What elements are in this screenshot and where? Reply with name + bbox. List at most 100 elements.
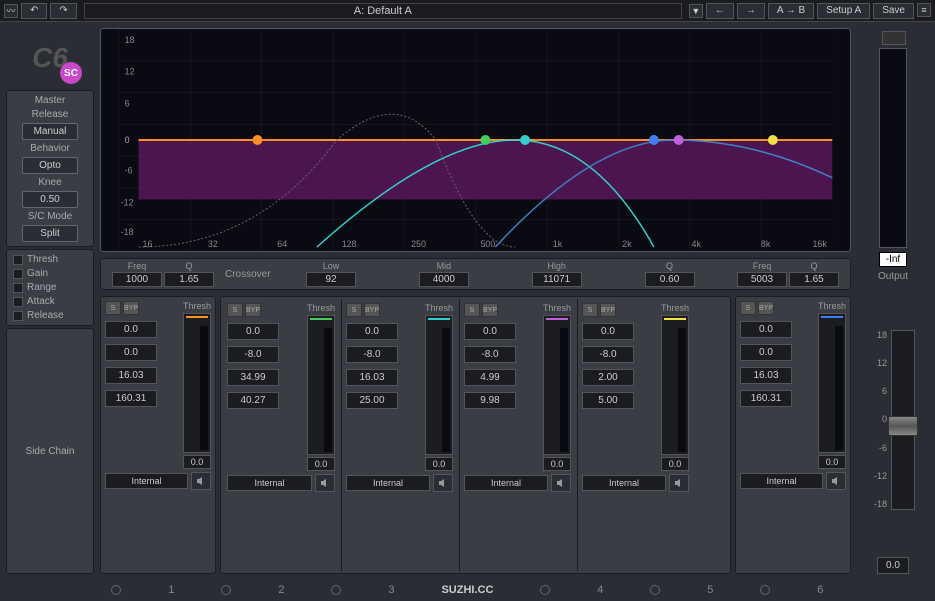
scmode-button[interactable]: Split	[22, 225, 78, 242]
crossover-high[interactable]: 11071	[532, 272, 582, 287]
band-2-attack[interactable]: 34.99	[227, 369, 279, 386]
band-5-sc-source[interactable]: Internal	[582, 475, 666, 491]
bypass-button-4[interactable]: BYP	[482, 303, 498, 317]
band-2-sc-source[interactable]: Internal	[227, 475, 312, 491]
link-release[interactable]	[13, 311, 23, 321]
behavior-button[interactable]: Opto	[22, 157, 78, 174]
band-4-thresh-slider[interactable]	[543, 315, 571, 455]
output-value[interactable]: 0.0	[877, 557, 909, 574]
band-1-sc-source[interactable]: Internal	[105, 473, 188, 489]
band-1-thresh-value[interactable]: 0.0	[183, 455, 211, 469]
output-peak[interactable]: -Inf	[879, 252, 907, 267]
solo-button-4[interactable]: S	[464, 303, 480, 317]
clip-indicator[interactable]	[882, 31, 906, 45]
preset-display[interactable]: A: Default A	[84, 3, 682, 19]
menu-icon[interactable]: ≡	[917, 3, 931, 17]
band-1-gain[interactable]: 0.0	[105, 321, 157, 338]
band-select-5[interactable]	[650, 585, 660, 595]
band-4-thresh-value[interactable]: 0.0	[543, 457, 571, 471]
ab-button[interactable]: A → B	[768, 3, 814, 19]
band-4-release[interactable]: 9.98	[464, 392, 516, 409]
band-1-attack[interactable]: 16.03	[105, 367, 157, 384]
band6-freq[interactable]: 5003	[737, 272, 787, 287]
prev-preset-button[interactable]: ←	[706, 3, 734, 19]
crossover-low[interactable]: 92	[306, 272, 356, 287]
band-select-1[interactable]	[111, 585, 121, 595]
release-button[interactable]: Manual	[22, 123, 78, 140]
band-6-release[interactable]: 160.31	[740, 390, 792, 407]
band-5-attack[interactable]: 2.00	[582, 369, 634, 386]
band-5-gain[interactable]: 0.0	[582, 323, 634, 340]
crossover-q[interactable]: 0.60	[645, 272, 695, 287]
solo-button-3[interactable]: S	[346, 303, 362, 317]
band-3-monitor-icon[interactable]	[433, 474, 453, 492]
band1-q[interactable]: 1.65	[164, 272, 214, 287]
band-select-2[interactable]	[221, 585, 231, 595]
band-6-sc-source[interactable]: Internal	[740, 473, 823, 489]
band-2-range[interactable]: -8.0	[227, 346, 279, 363]
band-3-attack[interactable]: 16.03	[346, 369, 398, 386]
band-4-sc-source[interactable]: Internal	[464, 475, 548, 491]
band-5-thresh-value[interactable]: 0.0	[661, 457, 689, 471]
crossover-mid[interactable]: 4000	[419, 272, 469, 287]
link-gain[interactable]	[13, 269, 23, 279]
setup-button[interactable]: Setup A	[817, 3, 870, 19]
band-2-gain[interactable]: 0.0	[227, 323, 279, 340]
band-4-range[interactable]: -8.0	[464, 346, 516, 363]
band-6-gain[interactable]: 0.0	[740, 321, 792, 338]
solo-button-1[interactable]: S	[105, 301, 121, 315]
band-4-gain[interactable]: 0.0	[464, 323, 516, 340]
band1-freq[interactable]: 1000	[112, 272, 162, 287]
band-2-release[interactable]: 40.27	[227, 392, 279, 409]
band-6-monitor-icon[interactable]	[826, 472, 846, 490]
band-select-6[interactable]	[760, 585, 770, 595]
next-preset-button[interactable]: →	[737, 3, 765, 19]
band-6-thresh-value[interactable]: 0.0	[818, 455, 846, 469]
band-2-thresh-value[interactable]: 0.0	[307, 457, 335, 471]
svg-text:250: 250	[411, 239, 426, 249]
output-fader[interactable]	[891, 330, 915, 510]
band-2-monitor-icon[interactable]	[315, 474, 335, 492]
band-1-release[interactable]: 160.31	[105, 390, 157, 407]
link-range[interactable]	[13, 283, 23, 293]
band-3-range[interactable]: -8.0	[346, 346, 398, 363]
band-select-4[interactable]	[540, 585, 550, 595]
knee-value[interactable]: 0.50	[22, 191, 78, 208]
band-5-monitor-icon[interactable]	[669, 474, 689, 492]
solo-button-6[interactable]: S	[740, 301, 756, 315]
band6-q[interactable]: 1.65	[789, 272, 839, 287]
waves-icon[interactable]: 〰	[4, 4, 18, 18]
band-1-monitor-icon[interactable]	[191, 472, 211, 490]
bypass-button-1[interactable]: BYP	[123, 301, 139, 315]
band-3-gain[interactable]: 0.0	[346, 323, 398, 340]
band-4-attack[interactable]: 4.99	[464, 369, 516, 386]
band-4-monitor-icon[interactable]	[551, 474, 571, 492]
solo-button-5[interactable]: S	[582, 303, 598, 317]
bypass-button-2[interactable]: BYP	[245, 303, 261, 317]
band-5-thresh-slider[interactable]	[661, 315, 689, 455]
save-button[interactable]: Save	[873, 3, 914, 19]
solo-button-2[interactable]: S	[227, 303, 243, 317]
link-thresh[interactable]	[13, 255, 23, 265]
band-select-3[interactable]	[331, 585, 341, 595]
redo-button[interactable]: ↷	[50, 3, 76, 19]
band-6-thresh-slider[interactable]	[818, 313, 846, 453]
band-3-release[interactable]: 25.00	[346, 392, 398, 409]
band-1-thresh-slider[interactable]	[183, 313, 211, 453]
bypass-button-5[interactable]: BYP	[600, 303, 616, 317]
undo-button[interactable]: ↶	[21, 3, 47, 19]
band-1-range[interactable]: 0.0	[105, 344, 157, 361]
band-3-thresh-slider[interactable]	[425, 315, 453, 455]
bypass-button-6[interactable]: BYP	[758, 301, 774, 315]
link-attack[interactable]	[13, 297, 23, 307]
band-3-sc-source[interactable]: Internal	[346, 475, 430, 491]
preset-dropdown-icon[interactable]: ▼	[689, 4, 703, 18]
bypass-button-3[interactable]: BYP	[364, 303, 380, 317]
eq-graph[interactable]: 18 12 6 0 -6 -12 -18 16 32 64 128 250 50…	[100, 28, 851, 252]
band-6-attack[interactable]: 16.03	[740, 367, 792, 384]
band-5-release[interactable]: 5.00	[582, 392, 634, 409]
band-2-thresh-slider[interactable]	[307, 315, 335, 455]
band-6-range[interactable]: 0.0	[740, 344, 792, 361]
band-3-thresh-value[interactable]: 0.0	[425, 457, 453, 471]
band-5-range[interactable]: -8.0	[582, 346, 634, 363]
